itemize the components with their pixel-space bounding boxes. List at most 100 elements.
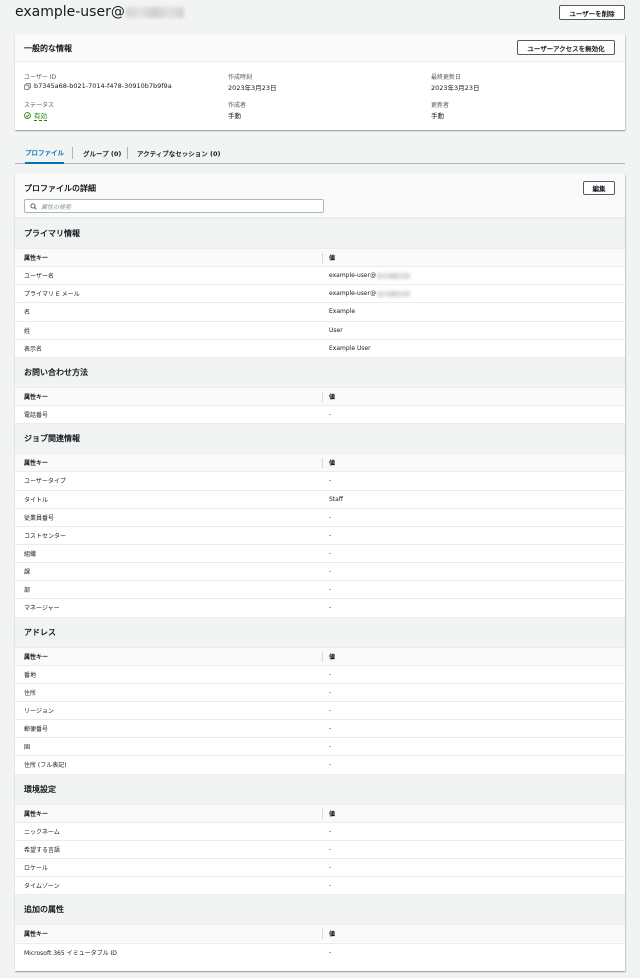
attribute-value: - bbox=[329, 666, 331, 683]
table-row: 郵便番号 - bbox=[15, 719, 625, 738]
check-circle-icon bbox=[24, 112, 31, 119]
attribute-key: Microsoft 365 イミュータブル ID bbox=[24, 949, 117, 957]
attribute-value-text: - bbox=[329, 688, 332, 696]
attribute-value-text: - bbox=[329, 670, 332, 678]
general-info-header: 一般的な情報 ユーザーアクセスを無効化 bbox=[15, 34, 625, 62]
column-header-value: 値 bbox=[329, 931, 336, 939]
attribute-key: 番地 bbox=[24, 671, 37, 679]
attribute-value: example-user@ bbox=[329, 285, 411, 302]
tab-groups[interactable]: グループ (0) bbox=[83, 142, 121, 164]
table-row: 住所 - bbox=[15, 682, 625, 701]
attribute-value-text: - bbox=[329, 586, 332, 594]
edit-button[interactable]: 編集 bbox=[583, 181, 615, 195]
attribute-key: 名 bbox=[24, 309, 31, 317]
updated-label: 最終更新日 bbox=[431, 74, 462, 81]
attribute-value-text: Staff bbox=[329, 495, 343, 503]
section-header: ジョブ関連情報 bbox=[15, 423, 625, 454]
disable-user-access-button[interactable]: ユーザーアクセスを無効化 bbox=[517, 40, 615, 55]
attribute-key: マネージャー bbox=[24, 605, 60, 613]
attribute-value-text: - bbox=[329, 882, 332, 890]
section-title: 追加の属性 bbox=[24, 905, 64, 915]
search-icon bbox=[30, 202, 37, 210]
attribute-value-text: - bbox=[329, 948, 332, 956]
column-header-value: 値 bbox=[329, 255, 336, 262]
table-row: ユーザータイプ - bbox=[15, 471, 625, 490]
column-header-value: 値 bbox=[329, 393, 336, 401]
page-title: example-user@ bbox=[15, 4, 184, 20]
attribute-key: 郵便番号 bbox=[24, 726, 49, 734]
attribute-value: - bbox=[329, 877, 331, 894]
section-header: 追加の属性 bbox=[15, 894, 625, 925]
search-placeholder: 属性の検索 bbox=[41, 203, 72, 211]
attribute-value: - bbox=[329, 756, 331, 773]
attribute-value: Staff bbox=[329, 491, 343, 508]
general-info-card: 一般的な情報 ユーザーアクセスを無効化 ユーザー ID b7345a68-b02… bbox=[15, 34, 625, 130]
column-divider bbox=[322, 458, 323, 469]
table-row: タイトル Staff bbox=[15, 489, 625, 508]
column-header-key: 属性キー bbox=[24, 810, 49, 818]
attribute-value-text: Example User bbox=[329, 344, 371, 352]
table-row: 番地 - bbox=[15, 664, 625, 683]
attribute-value-text: - bbox=[329, 549, 332, 557]
table-header-row: 属性キー 値 bbox=[15, 386, 625, 405]
updater-label: 更新者 bbox=[431, 102, 450, 109]
attribute-key: プライマリ E メール bbox=[24, 291, 80, 299]
table-row: 住所 (フル表記) - bbox=[15, 755, 625, 774]
attribute-value: User bbox=[329, 322, 343, 339]
attribute-value-text: - bbox=[329, 568, 332, 576]
table-row: 従業員番号 - bbox=[15, 507, 625, 526]
column-header-key: 属性キー bbox=[24, 393, 49, 401]
user-id-text: b7345a68-b021-7014-f478-30910b7b9f9a bbox=[34, 82, 172, 90]
attribute-value: - bbox=[329, 581, 331, 598]
column-divider bbox=[322, 808, 323, 819]
attribute-value: - bbox=[329, 684, 331, 701]
tab-profile[interactable]: プロファイル bbox=[25, 142, 64, 164]
attribute-value: Example bbox=[329, 303, 355, 320]
table-row: 希望する言語 - bbox=[15, 839, 625, 858]
column-header-key: 属性キー bbox=[24, 460, 49, 468]
attribute-key: タイムゾーン bbox=[24, 883, 60, 891]
section-title: プライマリ情報 bbox=[24, 229, 80, 238]
attribute-value: example-user@ bbox=[329, 267, 411, 284]
attribute-value: - bbox=[329, 527, 331, 544]
attribute-value: - bbox=[329, 944, 331, 961]
attribute-value: - bbox=[329, 406, 331, 423]
copy-icon[interactable] bbox=[24, 82, 31, 90]
table-row: マネージャー - bbox=[15, 598, 625, 617]
table-header-row: 属性キー 値 bbox=[15, 453, 625, 472]
attribute-search-input[interactable]: 属性の検索 bbox=[24, 199, 324, 213]
attribute-key: 電話番号 bbox=[24, 412, 49, 420]
attribute-key: ロケール bbox=[24, 865, 49, 873]
page-header: example-user@ ユーザーを削除 bbox=[0, 0, 640, 28]
table-row: ニックネーム - bbox=[15, 821, 625, 840]
table-row: リージョン - bbox=[15, 701, 625, 719]
column-divider bbox=[322, 391, 323, 402]
attribute-value: - bbox=[329, 599, 331, 616]
column-header-key: 属性キー bbox=[24, 255, 49, 262]
column-header-value: 値 bbox=[329, 460, 336, 468]
user-id-label: ユーザー ID bbox=[24, 74, 57, 81]
general-info-title: 一般的な情報 bbox=[24, 44, 72, 53]
user-id-value: b7345a68-b021-7014-f478-30910b7b9f9a bbox=[24, 82, 172, 90]
table-row: 名 Example bbox=[15, 302, 625, 321]
page-title-text: example-user@ bbox=[15, 4, 125, 20]
status-text: 有効 bbox=[34, 112, 47, 121]
attribute-key: 組織 bbox=[24, 550, 37, 558]
creator-value: 手動 bbox=[228, 112, 241, 120]
attribute-value: - bbox=[329, 702, 331, 719]
section-header: プライマリ情報 bbox=[15, 218, 625, 248]
table-row: ユーザー名 example-user@ bbox=[15, 266, 625, 285]
delete-user-button[interactable]: ユーザーを削除 bbox=[559, 5, 625, 20]
attribute-key: 部 bbox=[24, 587, 31, 595]
section-header: アドレス bbox=[15, 616, 625, 647]
table-row: 電話番号 - bbox=[15, 405, 625, 424]
attribute-value: Example User bbox=[329, 340, 371, 357]
table-row: Microsoft 365 イミュータブル ID - bbox=[15, 942, 625, 961]
attribute-value-text: - bbox=[329, 531, 332, 539]
table-row: タイムゾーン - bbox=[15, 876, 625, 895]
creator-label: 作成者 bbox=[228, 102, 247, 109]
column-header-key: 属性キー bbox=[24, 931, 49, 939]
attribute-value-text: - bbox=[329, 743, 332, 751]
attribute-value-text: example-user@ bbox=[329, 290, 377, 298]
tab-active-sessions[interactable]: アクティブなセッション (0) bbox=[137, 142, 221, 164]
